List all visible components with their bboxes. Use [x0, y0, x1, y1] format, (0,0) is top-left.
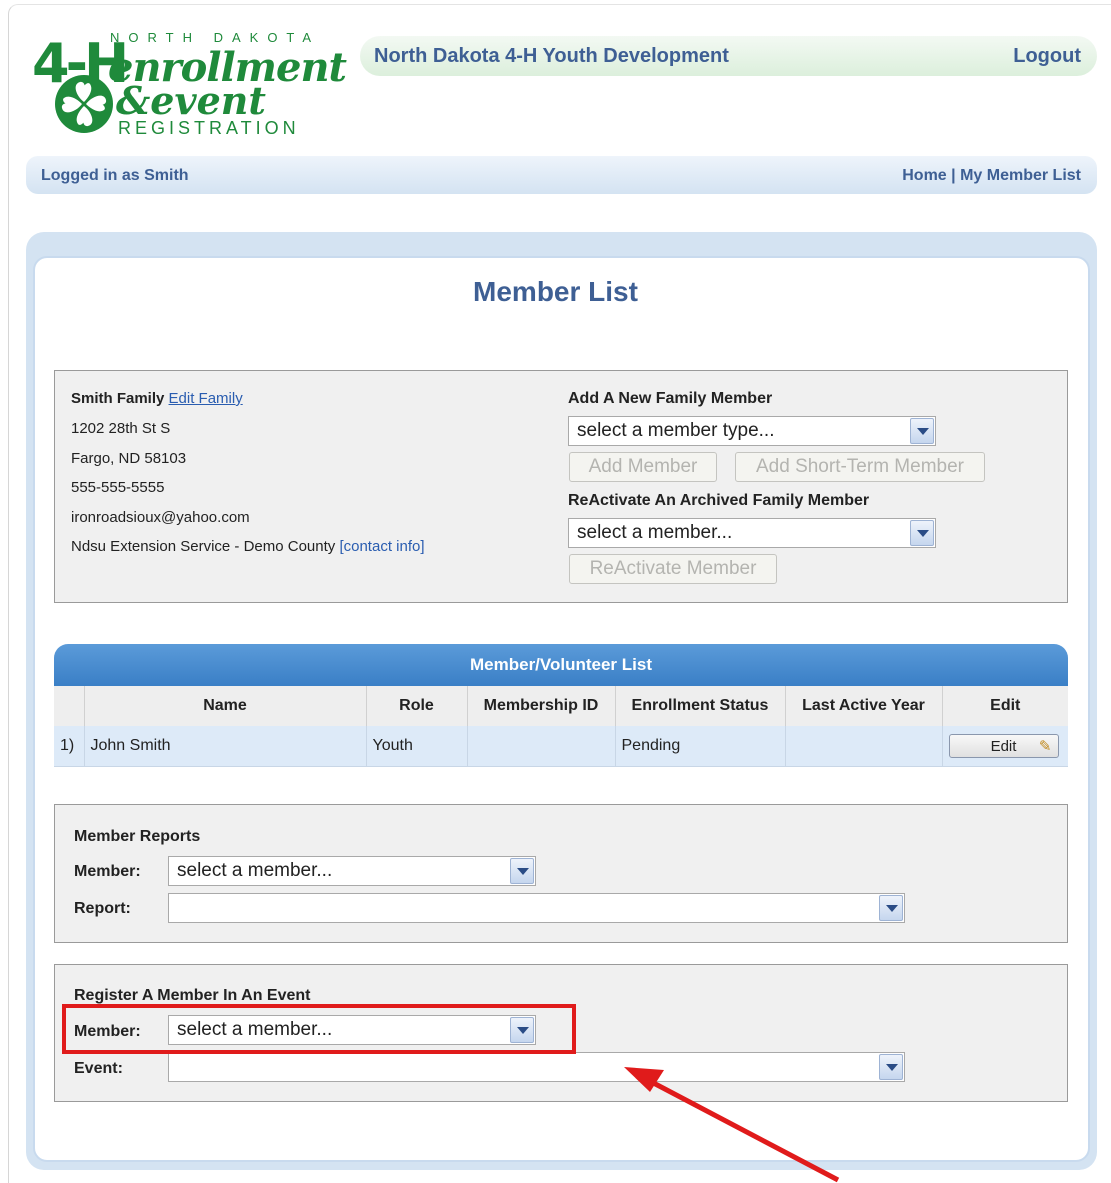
edit-member-button[interactable]: Edit ✎ — [948, 733, 1059, 758]
family-city: Fargo, ND 58103 — [71, 450, 187, 467]
edit-family-link[interactable]: Edit Family — [169, 390, 243, 407]
add-member-label: Add A New Family Member — [568, 390, 773, 407]
logged-in-status: Logged in as Smith — [41, 167, 189, 184]
chevron-down-icon — [879, 1054, 903, 1080]
event-label: Event: — [74, 1060, 123, 1077]
enrollment-status: Pending — [615, 726, 786, 767]
report-member-label: Member: — [74, 863, 141, 880]
archived-member-select-value: select a member... — [577, 522, 733, 543]
page-title: Member List — [473, 276, 638, 307]
family-address: 1202 28th St S — [71, 420, 171, 437]
member-table-title: Member/Volunteer List — [54, 644, 1068, 686]
header-bar: North Dakota 4-H Youth Development Logou… — [360, 36, 1097, 76]
add-short-term-member-button[interactable]: Add Short-Term Member — [735, 452, 985, 482]
top-nav: Home | My Member List — [902, 167, 1081, 185]
register-event-title: Register A Member In An Event — [74, 987, 311, 1004]
extension-office: Ndsu Extension Service - Demo County — [71, 538, 336, 555]
chevron-down-icon — [910, 520, 934, 546]
archived-member-select[interactable]: select a member... — [568, 518, 936, 548]
column-header-last-active-year: Last Active Year — [785, 686, 943, 726]
column-header-membership-id: Membership ID — [467, 686, 616, 726]
member-name: John Smith — [84, 726, 367, 767]
report-member-select-value: select a member... — [177, 860, 333, 881]
report-select[interactable] — [168, 893, 905, 923]
report-label: Report: — [74, 900, 131, 917]
login-bar: Logged in as Smith Home | My Member List — [26, 156, 1097, 194]
membership-id — [467, 726, 616, 767]
member-type-select-value: select a member type... — [577, 420, 775, 441]
family-name: Smith Family — [71, 390, 165, 407]
family-email: ironroadsioux@yahoo.com — [71, 509, 250, 526]
site-title: North Dakota 4-H Youth Development — [374, 45, 729, 67]
column-header-name: Name — [84, 686, 367, 726]
chevron-down-icon — [510, 858, 534, 884]
logo-event-text: &event — [116, 78, 266, 123]
column-header-enrollment-status: Enrollment Status — [615, 686, 786, 726]
add-member-button[interactable]: Add Member — [569, 452, 717, 482]
edit-button-label: Edit — [990, 737, 1017, 755]
logo-state-text: NORTH DAKOTA — [110, 30, 321, 45]
enrollment-logo[interactable]: 4-H NORTH DAKOTA enrollment &event REGIS… — [30, 28, 347, 143]
member-table: Name Role Membership ID Enrollment Statu… — [54, 686, 1068, 767]
reactivate-label: ReActivate An Archived Family Member — [568, 492, 870, 509]
annotation-highlight-box — [62, 1004, 576, 1054]
family-phone: 555-555-5555 — [71, 479, 165, 496]
last-active-year — [785, 726, 943, 767]
column-header-edit: Edit — [942, 686, 1068, 726]
family-office-line: Ndsu Extension Service - Demo County [co… — [71, 538, 425, 555]
member-reports-title: Member Reports — [74, 828, 201, 845]
logo-registration-text: REGISTRATION — [118, 118, 300, 138]
nav-separator: | — [951, 167, 956, 184]
member-role: Youth — [366, 726, 468, 767]
home-link[interactable]: Home — [902, 167, 946, 184]
reactivate-member-button[interactable]: ReActivate Member — [569, 554, 777, 584]
clover-icon — [55, 75, 113, 133]
member-type-select[interactable]: select a member type... — [568, 416, 936, 446]
event-select[interactable] — [168, 1052, 905, 1082]
edit-cell: Edit ✎ — [942, 726, 1068, 767]
table-header-row: Name Role Membership ID Enrollment Statu… — [54, 686, 1068, 726]
chevron-down-icon — [879, 895, 903, 921]
chevron-down-icon — [910, 418, 934, 444]
logout-link[interactable]: Logout — [1013, 45, 1081, 68]
column-header-role: Role — [366, 686, 468, 726]
contact-info-link[interactable]: [contact info] — [339, 538, 424, 555]
row-index: 1) — [54, 726, 85, 767]
column-header-index — [54, 686, 85, 726]
family-name-line: Smith Family Edit Family — [71, 390, 243, 407]
my-member-list-link[interactable]: My Member List — [960, 167, 1081, 184]
report-member-select[interactable]: select a member... — [168, 856, 536, 886]
table-row: 1) John Smith Youth Pending Edit ✎ — [54, 726, 1068, 767]
pencil-icon: ✎ — [1038, 737, 1052, 755]
